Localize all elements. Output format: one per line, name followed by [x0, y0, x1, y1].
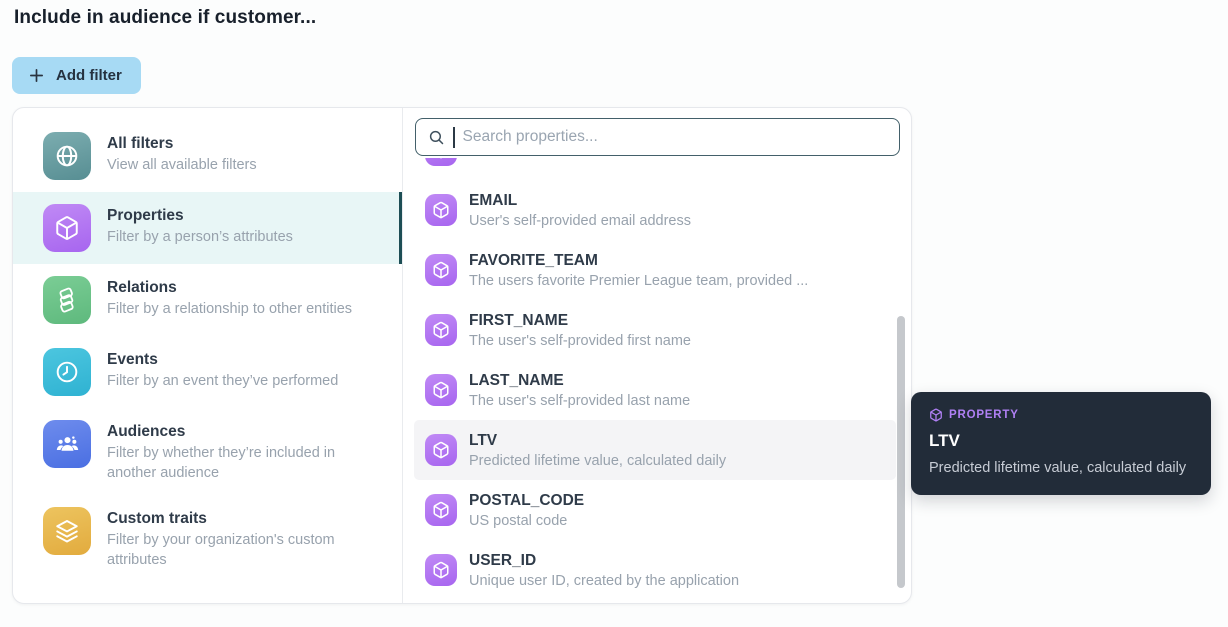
sidebar-item-label: Custom traits [107, 510, 207, 527]
text-cursor [453, 126, 455, 148]
people-icon [43, 420, 91, 468]
cube-icon [43, 204, 91, 252]
cube-icon [930, 408, 942, 422]
cube-icon [425, 494, 457, 526]
sidebar-item-all-filters[interactable]: All filters View all available filters [13, 120, 402, 192]
property-row-email[interactable]: EMAIL User's self-provided email address [414, 180, 896, 240]
sidebar-item-description: Filter by a relationship to other entiti… [107, 301, 353, 317]
layers-icon [43, 507, 91, 555]
cube-icon [425, 254, 457, 286]
cards-icon [43, 276, 91, 324]
property-row-postal-code[interactable]: POSTAL_CODE US postal code [414, 480, 896, 540]
cube-icon [425, 314, 457, 346]
sidebar-item-label: All filters [107, 135, 174, 152]
property-name: LTV [469, 431, 498, 449]
property-description: US postal code [469, 512, 568, 529]
add-filter-label: Add filter [56, 67, 122, 84]
page-title: Include in audience if customer... [14, 7, 317, 28]
plus-icon [29, 68, 44, 83]
tooltip-title: LTV [929, 431, 960, 450]
property-row-first-name[interactable]: FIRST_NAME The user's self-provided firs… [414, 300, 896, 360]
add-filter-button[interactable]: Add filter [12, 57, 141, 94]
sidebar-item-description: Filter by your organization's custom att… [107, 532, 335, 568]
sidebar-item-audiences[interactable]: Audiences Filter by whether they’re incl… [13, 408, 402, 495]
property-description: Predicted lifetime value, calculated dai… [469, 452, 727, 469]
property-description: Date that the user subscribed [469, 158, 658, 160]
sidebar-item-custom-traits[interactable]: Custom traits Filter by your organizatio… [13, 495, 402, 582]
sidebar-item-label: Audiences [107, 423, 186, 440]
cube-icon [425, 374, 457, 406]
property-tooltip: PROPERTY LTV Predicted lifetime value, c… [911, 392, 1211, 495]
sidebar-item-label: Relations [107, 279, 177, 296]
sidebar-item-description: View all available filters [107, 157, 257, 173]
property-name: USER_ID [469, 551, 537, 569]
search-field-wrapper [415, 118, 900, 156]
filter-category-sidebar: All filters View all available filters P… [13, 108, 403, 603]
property-row-user-id[interactable]: USER_ID Unique user ID, created by the a… [414, 540, 896, 600]
sidebar-item-description: Filter by a person’s attributes [107, 229, 293, 245]
properties-list: Date that the user subscribed EMAIL User… [403, 158, 911, 601]
property-name: FAVORITE_TEAM [469, 251, 598, 269]
tooltip-kind-label: PROPERTY [949, 409, 1019, 421]
property-name: EMAIL [469, 191, 518, 209]
clock-icon [43, 348, 91, 396]
cube-icon [425, 554, 457, 586]
sidebar-item-label: Properties [107, 207, 184, 224]
filter-picker-panel: All filters View all available filters P… [12, 107, 912, 604]
property-description: User's self-provided email address [469, 212, 691, 229]
cube-icon [425, 158, 457, 166]
sidebar-item-relations[interactable]: Relations Filter by a relationship to ot… [13, 264, 402, 336]
tooltip-description: Predicted lifetime value, calculated dai… [929, 460, 1187, 476]
properties-panel: Date that the user subscribed EMAIL User… [403, 108, 911, 603]
property-description: The user's self-provided first name [469, 332, 691, 349]
cube-icon [425, 434, 457, 466]
property-name: LAST_NAME [469, 371, 564, 389]
sidebar-item-description: Filter by whether they’re included in an… [107, 445, 336, 481]
property-description: Unique user ID, created by the applicati… [469, 572, 740, 589]
property-name: POSTAL_CODE [469, 491, 585, 509]
property-name: FIRST_NAME [469, 311, 569, 329]
property-row-favorite-team[interactable]: FAVORITE_TEAM The users favorite Premier… [414, 240, 896, 300]
sidebar-item-label: Events [107, 351, 158, 368]
cube-icon [425, 194, 457, 226]
search-icon [429, 130, 444, 144]
sidebar-item-properties[interactable]: Properties Filter by a person’s attribut… [13, 192, 402, 264]
property-row-partial[interactable]: Date that the user subscribed [414, 158, 896, 180]
search-input[interactable] [462, 128, 887, 146]
property-description: The user's self-provided last name [469, 392, 691, 409]
property-description: The users favorite Premier League team, … [469, 272, 809, 289]
scrollbar-thumb[interactable] [897, 316, 905, 588]
sidebar-item-events[interactable]: Events Filter by an event they’ve perfor… [13, 336, 402, 408]
property-row-ltv[interactable]: LTV Predicted lifetime value, calculated… [414, 420, 896, 480]
property-row-last-name[interactable]: LAST_NAME The user's self-provided last … [414, 360, 896, 420]
sidebar-item-description: Filter by an event they’ve performed [107, 373, 339, 389]
globe-icon [43, 132, 91, 180]
